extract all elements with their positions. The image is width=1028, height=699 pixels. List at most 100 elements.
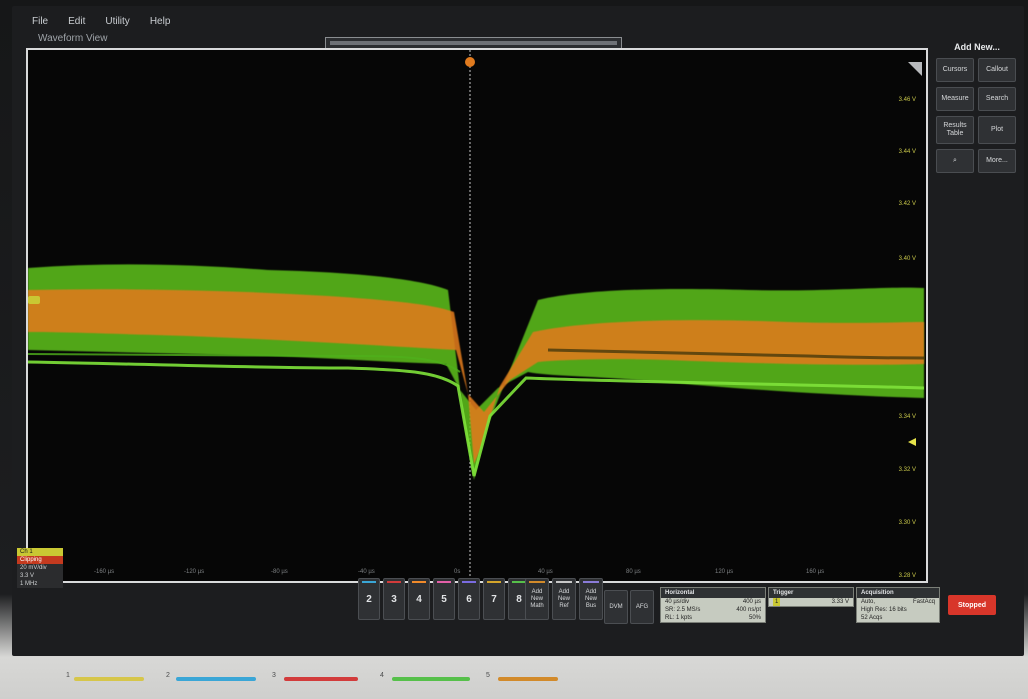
acquisition-resolution: High Res: 16 bits	[861, 607, 907, 613]
afg-button[interactable]: AFG	[630, 590, 654, 624]
key-number: 2	[166, 672, 170, 679]
add-new-math-button[interactable]: Add New Math	[525, 578, 549, 620]
math-color-bar	[529, 581, 545, 583]
menu-file[interactable]: File	[22, 14, 58, 29]
channel-5-button[interactable]: 5	[433, 578, 455, 620]
plot-button[interactable]: Plot	[978, 116, 1016, 144]
volt-label: 3.34 V	[898, 414, 916, 420]
run-stop-button[interactable]: Stopped	[948, 595, 996, 615]
waveform-plot[interactable]: 3.46 V 3.44 V 3.42 V 3.40 V 3.34 V 3.32 …	[26, 48, 928, 583]
time-label: -80 µs	[271, 569, 288, 575]
add-new-strip: Add New Math Add New Ref Add New Bus	[525, 578, 603, 620]
channel-1-key[interactable]	[74, 677, 144, 681]
front-panel-keys: 1 2 3 4 5	[0, 668, 1028, 699]
bus-color-bar	[583, 581, 599, 583]
volt-label: 3.46 V	[898, 97, 916, 103]
record-length: RL: 1 kpts	[665, 615, 693, 621]
channel-7-label: 7	[491, 593, 497, 605]
acquisition-mode: Auto,	[861, 599, 876, 605]
waveform-view-title: Waveform View	[38, 33, 108, 44]
acquisition-fastacq: FastAcq	[912, 599, 935, 605]
horizontal-title: Horizontal	[661, 588, 765, 598]
zoom-corner-icon[interactable]	[908, 62, 922, 76]
time-per-point: 400 ns/pt	[736, 607, 761, 613]
measure-button[interactable]: Measure	[936, 87, 974, 111]
time-label: 40 µs	[538, 569, 553, 575]
channel-color-bar	[462, 581, 476, 583]
channel-3-button[interactable]: 3	[383, 578, 405, 620]
channel1-scale: 20 mV/div	[17, 564, 63, 572]
volt-label: 3.44 V	[898, 149, 916, 155]
horizontal-duration: 400 µs	[742, 599, 761, 605]
time-label: -160 µs	[94, 569, 115, 575]
sidebar-header: Add New...	[954, 42, 1000, 52]
trigger-badge[interactable]: Trigger 1 3.33 V	[768, 587, 854, 607]
zoom-button[interactable]: ⌕	[936, 149, 974, 173]
trigger-level: 3.33 V	[831, 599, 849, 605]
channel1-clipping-status: Clipping	[17, 556, 63, 564]
time-label: -40 µs	[358, 569, 375, 575]
trigger-channel: 1	[773, 598, 781, 606]
channel-6-label: 6	[466, 593, 472, 605]
volt-label: 3.28 V	[898, 573, 916, 579]
channel1-badge[interactable]: Ch 1 Clipping 20 mV/div 3.3 V 1 MHz	[17, 548, 63, 588]
ref-color-bar	[556, 581, 572, 583]
volt-label: 3.40 V	[898, 256, 916, 262]
time-label: -120 µs	[184, 569, 205, 575]
channel1-offset: 3.3 V	[17, 572, 63, 580]
callout-button[interactable]: Callout	[978, 58, 1016, 82]
add-new-bus-button[interactable]: Add New Bus	[579, 578, 603, 620]
menu-bar: File Edit Utility Help	[22, 10, 922, 32]
cursors-button[interactable]: Cursors	[936, 58, 974, 82]
channel-6-button[interactable]: 6	[458, 578, 480, 620]
volt-label: 3.42 V	[898, 201, 916, 207]
menu-help[interactable]: Help	[140, 14, 181, 29]
menu-edit[interactable]: Edit	[58, 14, 95, 29]
key-number: 4	[380, 672, 384, 679]
channel-4-key[interactable]	[392, 677, 470, 681]
channel-color-bar	[487, 581, 501, 583]
channel-8-label: 8	[516, 593, 522, 605]
channel-4-button[interactable]: 4	[408, 578, 430, 620]
waveform-traces	[28, 50, 925, 581]
volt-label: 3.32 V	[898, 467, 916, 473]
volt-label: 3.30 V	[898, 520, 916, 526]
channel1-marker-icon[interactable]	[28, 296, 40, 304]
dvm-button[interactable]: DVM	[604, 590, 628, 624]
trigger-marker-icon[interactable]	[465, 57, 475, 67]
channel-color-bar	[437, 581, 451, 583]
key-number: 1	[66, 672, 70, 679]
channel-3-label: 3	[391, 593, 397, 605]
channel-color-bar	[412, 581, 426, 583]
add-new-ref-label: Add New Ref	[557, 588, 570, 609]
channel-5-label: 5	[441, 593, 447, 605]
zoom-magnifier-icon: ⌕	[953, 157, 957, 164]
acquisition-badge[interactable]: Acquisition Auto, FastAcq High Res: 16 bi…	[856, 587, 940, 623]
horizontal-badge[interactable]: Horizontal 40 µs/div 400 µs SR: 2.5 MS/s 4…	[660, 587, 766, 623]
channel-2-button[interactable]: 2	[358, 578, 380, 620]
search-button[interactable]: Search	[978, 87, 1016, 111]
more-button[interactable]: More...	[978, 149, 1016, 173]
time-label: 120 µs	[715, 569, 734, 575]
channel-2-key[interactable]	[176, 677, 256, 681]
add-new-bus-label: Add New Bus	[584, 588, 597, 609]
channel-2-label: 2	[366, 593, 372, 605]
channel-color-bar	[362, 581, 376, 583]
channel-5-key[interactable]	[498, 677, 558, 681]
add-new-ref-button[interactable]: Add New Ref	[552, 578, 576, 620]
results-table-button[interactable]: Results Table	[936, 116, 974, 144]
channel-7-button[interactable]: 7	[483, 578, 505, 620]
time-label: 80 µs	[626, 569, 641, 575]
channel-color-bar	[387, 581, 401, 583]
channel-3-key[interactable]	[284, 677, 358, 681]
channel-color-bar	[512, 581, 526, 583]
horizontal-scale: 40 µs/div	[665, 599, 690, 605]
scrollbar-thumb[interactable]	[330, 41, 617, 45]
trigger-title: Trigger	[769, 588, 853, 598]
channel1-bandwidth: 1 MHz	[17, 580, 63, 588]
acquisition-count: 52 Acqs	[861, 615, 883, 621]
key-number: 3	[272, 672, 276, 679]
menu-utility[interactable]: Utility	[95, 14, 139, 29]
trigger-position: 50%	[748, 615, 761, 621]
add-new-sidebar: Add New... Cursors Callout Measure Searc…	[936, 42, 1018, 173]
